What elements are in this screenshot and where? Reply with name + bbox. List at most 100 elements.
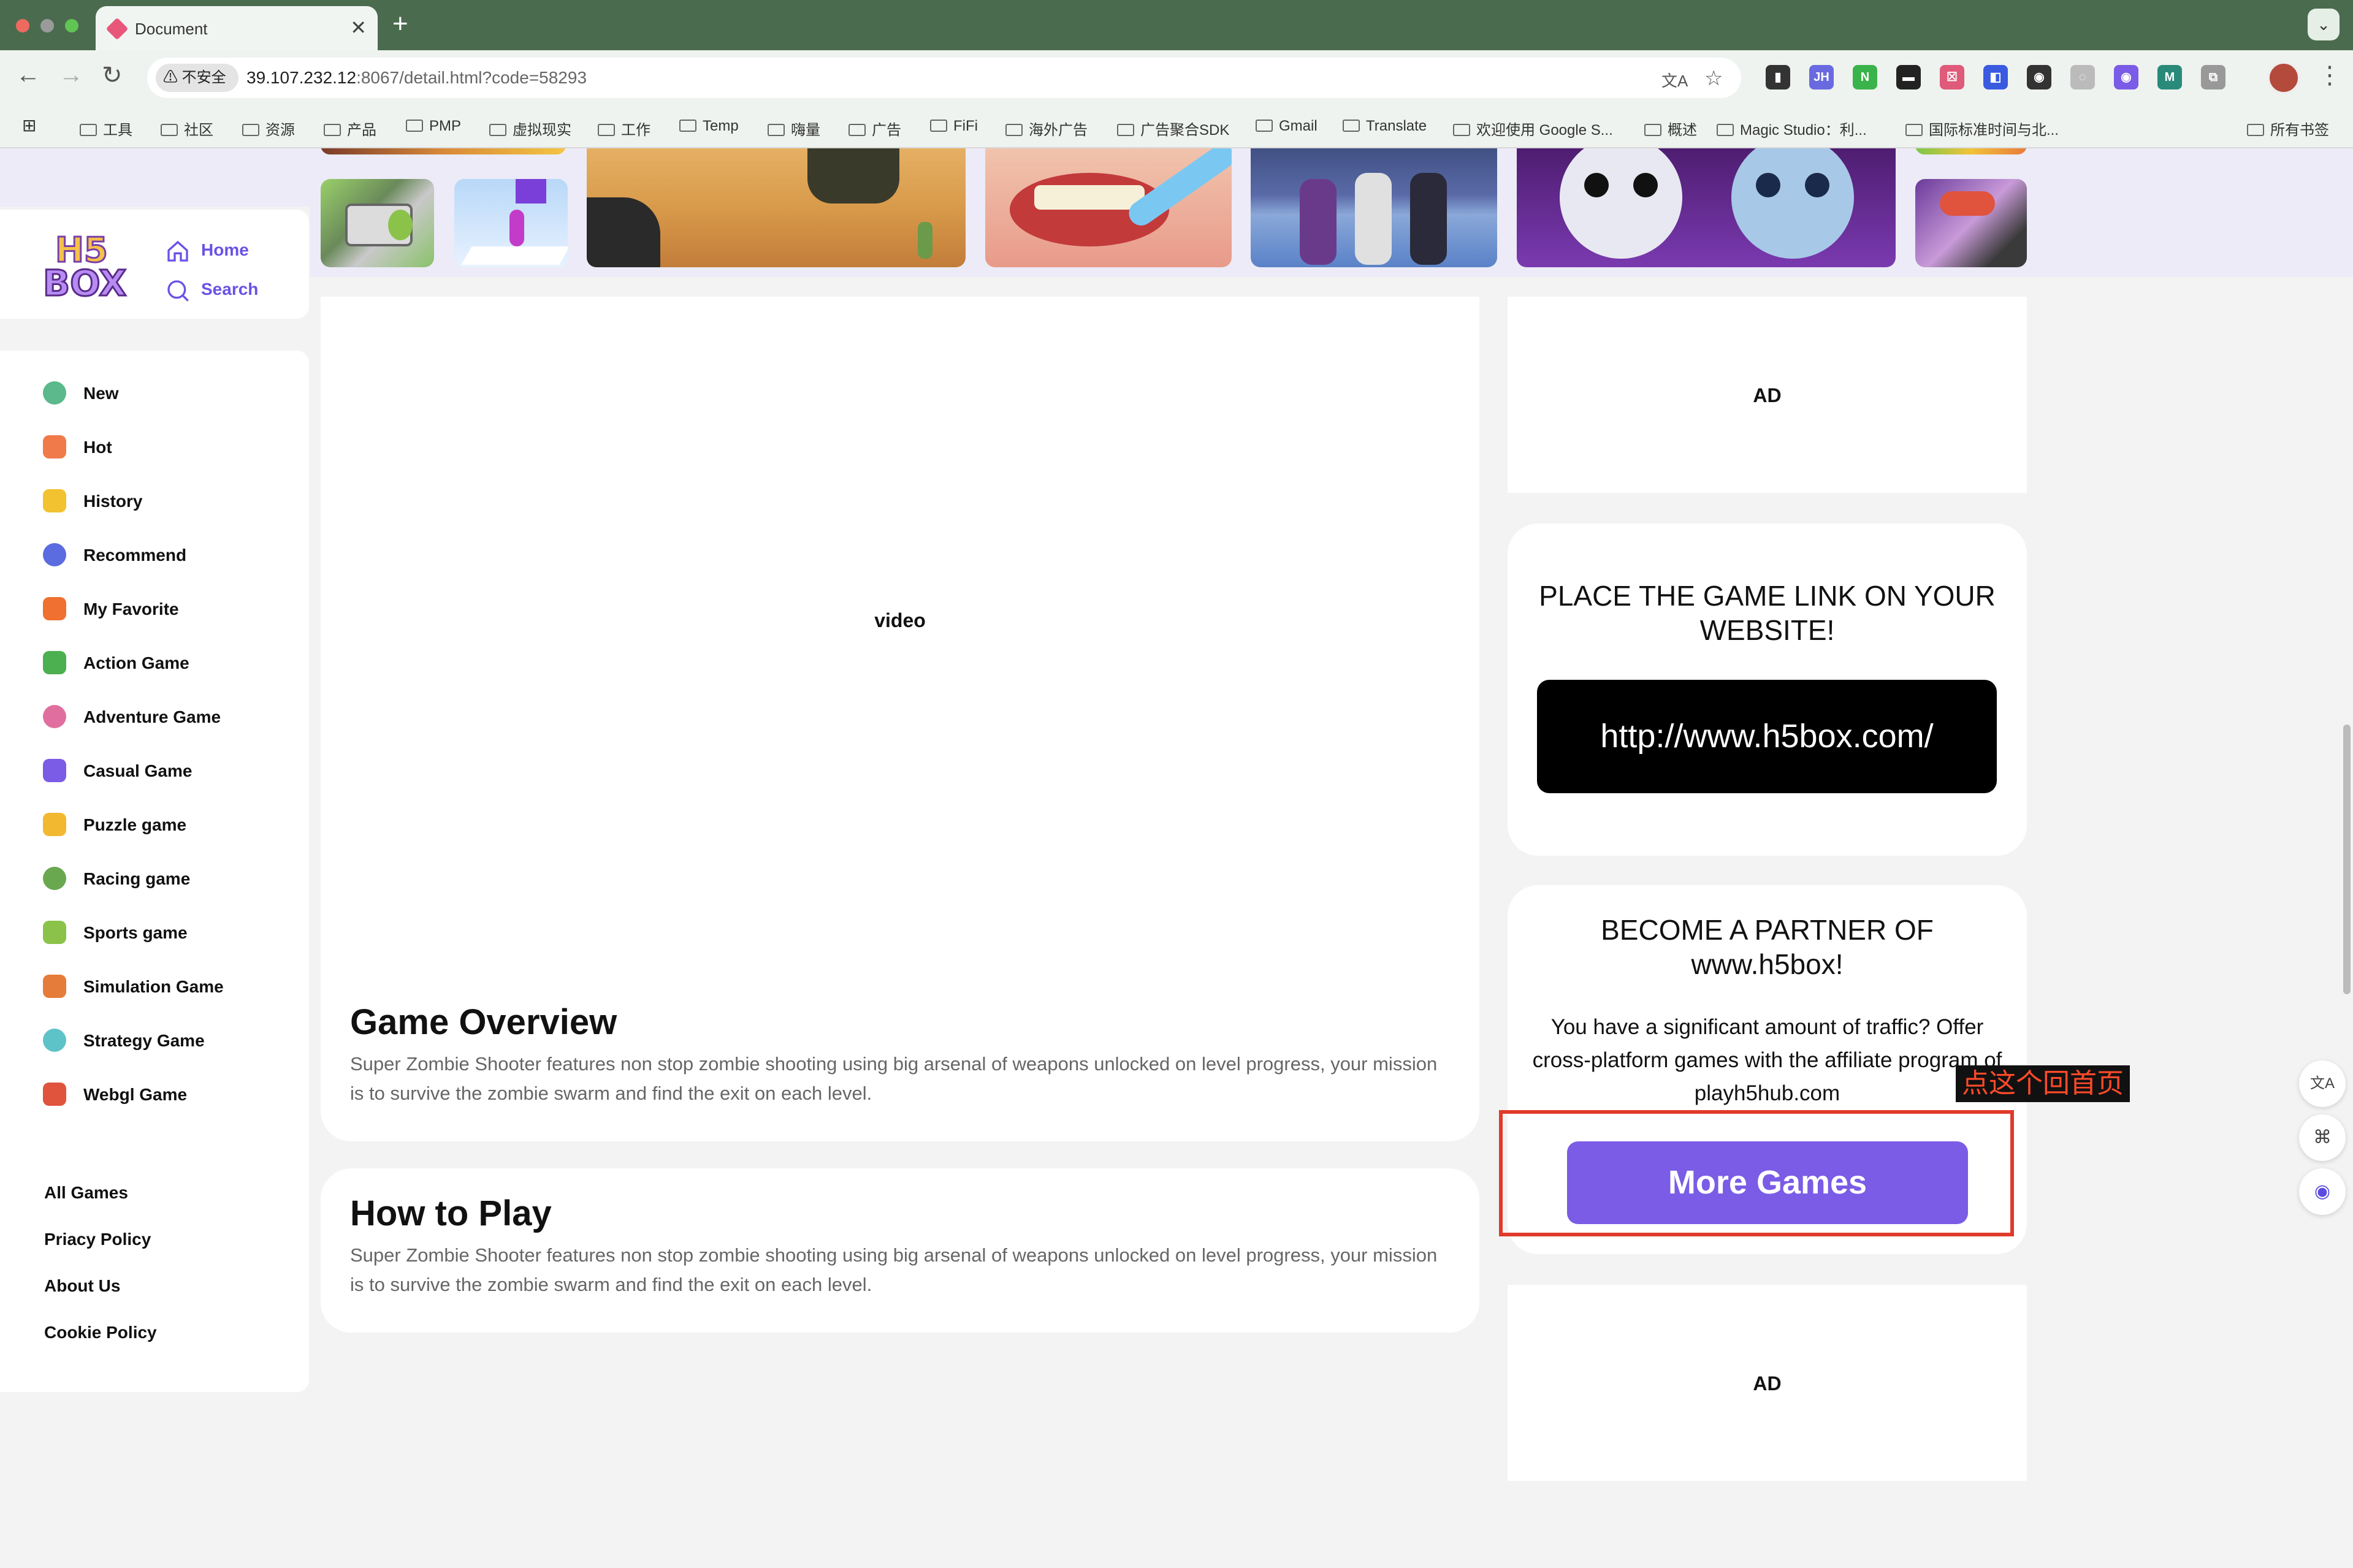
game-thumbnail[interactable] [321, 179, 434, 267]
sidebar-item-label: History [83, 492, 143, 511]
player-image [1410, 173, 1447, 265]
browser-extension-icon[interactable]: ⧉ [2201, 65, 2225, 89]
game-thumbnail[interactable] [454, 179, 568, 267]
bookmark-item[interactable]: 资源 [242, 118, 295, 139]
forward-button[interactable]: → [59, 61, 83, 89]
bookmark-item[interactable]: 广告聚合SDK [1117, 118, 1229, 139]
back-button[interactable]: ← [16, 61, 40, 89]
site-link-box[interactable]: http://www.h5box.com/ [1537, 680, 1997, 793]
game-thumbnail[interactable] [321, 148, 566, 154]
sidebar-item-webgl-game[interactable]: Webgl Game [43, 1079, 300, 1109]
bookmark-item[interactable]: 概述 [1644, 118, 1697, 139]
floating-assistant-button[interactable]: ◉ [2299, 1168, 2346, 1215]
floating-translate-button[interactable]: 文A [2299, 1060, 2346, 1107]
bookmark-item[interactable]: 欢迎使用 Google S... [1453, 118, 1613, 139]
sidebar-item-history[interactable]: History [43, 485, 300, 516]
translate-page-icon[interactable]: 文A [1661, 69, 1688, 91]
sidebar-item-new[interactable]: New [43, 378, 300, 408]
window-zoom-button[interactable] [65, 19, 78, 32]
sidebar-item-hot[interactable]: Hot [43, 432, 300, 462]
site-logo[interactable]: H5 BOX [42, 230, 127, 305]
annotation-label: 点这个回首页 [1956, 1065, 2130, 1102]
sidebar-item-label: New [83, 384, 119, 403]
bookmark-item[interactable]: Gmail [1256, 118, 1318, 135]
address-bar[interactable]: ⚠ 不安全 39.107.232.12:8067/detail.html?cod… [147, 58, 1741, 98]
url-text[interactable]: 39.107.232.12:8067/detail.html?code=5829… [246, 68, 587, 88]
bookmark-item[interactable]: 嗨量 [768, 118, 820, 139]
insecure-label: 不安全 [181, 69, 226, 86]
sidebar-item-action-game[interactable]: Action Game [43, 647, 300, 678]
window-minimize-button[interactable] [40, 19, 54, 32]
bookmark-item[interactable]: 社区 [161, 118, 213, 139]
browser-extension-icon[interactable]: ◌ [2070, 65, 2095, 89]
bookmark-star-icon[interactable]: ☆ [1704, 66, 1723, 91]
window-close-button[interactable] [16, 19, 29, 32]
game-thumbnail[interactable] [1915, 148, 2027, 154]
browser-extension-icon[interactable]: ◉ [2114, 65, 2138, 89]
bookmark-item[interactable]: PMP [406, 118, 461, 135]
game-thumbnail[interactable] [1517, 148, 1896, 267]
browser-tab[interactable]: Document ✕ [96, 6, 378, 50]
bookmark-item[interactable]: Translate [1343, 118, 1427, 135]
nav-home-label: Home [201, 240, 249, 259]
browser-menu-icon[interactable]: ⋮ [2317, 61, 2342, 89]
footer-link[interactable]: Priacy Policy [44, 1230, 151, 1249]
bookmark-item[interactable]: 海外广告 [1005, 118, 1088, 139]
tab-close-icon[interactable]: ✕ [350, 16, 367, 39]
security-indicator[interactable]: ⚠ 不安全 [156, 64, 238, 92]
profile-avatar[interactable] [2267, 61, 2300, 94]
bookmark-item[interactable]: 广告 [849, 118, 901, 139]
footer-link[interactable]: All Games [44, 1183, 128, 1203]
bookmark-item[interactable]: Magic Studio：利... [1717, 118, 1867, 139]
ad-slot-top[interactable]: AD [1508, 297, 2027, 493]
game-thumbnail[interactable] [1915, 179, 2027, 267]
folder-icon [2247, 124, 2264, 136]
sidebar-item-racing-game[interactable]: Racing game [43, 863, 300, 894]
sidebar-item-simulation-game[interactable]: Simulation Game [43, 971, 300, 1002]
bookmark-item[interactable]: 国际标准时间与北... [1905, 118, 2059, 139]
floating-grid-button[interactable]: ⌘ [2299, 1114, 2346, 1161]
search-icon [167, 280, 189, 302]
game-thumbnail[interactable] [985, 148, 1232, 267]
partner-text: You have a significant amount of traffic… [1532, 1015, 2002, 1105]
bookmark-label: 国际标准时间与北... [1929, 122, 2059, 139]
page-scrollbar[interactable] [2343, 725, 2351, 994]
browser-extension-icon[interactable]: N [1853, 65, 1877, 89]
footer-link[interactable]: About Us [44, 1276, 120, 1296]
new-tab-button[interactable]: + [392, 9, 408, 39]
sidebar-item-sports-game[interactable]: Sports game [43, 917, 300, 948]
browser-extension-icon[interactable]: ◉ [2027, 65, 2051, 89]
sidebar-item-strategy-game[interactable]: Strategy Game [43, 1025, 300, 1056]
apps-icon[interactable]: ⊞ [22, 115, 36, 135]
bookmark-item[interactable]: 所有书签 [2247, 118, 2329, 139]
browser-extension-icon[interactable]: ▮ [1766, 65, 1790, 89]
bookmark-item[interactable]: 工具 [80, 118, 132, 139]
browser-extension-icon[interactable]: JH [1809, 65, 1834, 89]
tab-search-button[interactable]: ⌄ [2308, 9, 2340, 40]
footer-link[interactable]: Cookie Policy [44, 1323, 157, 1342]
skeleton-face-image [1560, 148, 1682, 259]
bookmark-label: 广告聚合SDK [1140, 122, 1230, 139]
sidebar-item-casual-game[interactable]: Casual Game [43, 755, 300, 786]
bookmark-item[interactable]: Temp [679, 118, 739, 135]
browser-extension-icon[interactable]: ◧ [1983, 65, 2008, 89]
bookmark-item[interactable]: 工作 [598, 118, 650, 139]
bookmark-item[interactable]: FiFi [930, 118, 978, 135]
sidebar-item-label: Puzzle game [83, 815, 187, 834]
browser-extension-icon[interactable]: ☒ [1940, 65, 1964, 89]
sidebar-item-recommend[interactable]: Recommend [43, 539, 300, 570]
browser-extension-icon[interactable]: ▬ [1896, 65, 1921, 89]
place-link-title: PLACE THE GAME LINK ON YOUR WEBSITE! [1539, 580, 1996, 646]
ad-slot-bottom[interactable]: AD [1508, 1285, 2027, 1481]
game-thumbnail[interactable] [587, 148, 966, 267]
bookmark-item[interactable]: 产品 [324, 118, 376, 139]
bookmark-item[interactable]: 虚拟现实 [489, 118, 571, 139]
annotation-highlight-box [1499, 1110, 2014, 1236]
reload-button[interactable]: ↻ [102, 61, 123, 89]
track-image [461, 246, 568, 265]
sidebar-item-adventure-game[interactable]: Adventure Game [43, 701, 300, 732]
sidebar-item-my-favorite[interactable]: My Favorite [43, 593, 300, 624]
browser-extension-icon[interactable]: M [2157, 65, 2182, 89]
game-thumbnail[interactable] [1251, 148, 1497, 267]
sidebar-item-puzzle-game[interactable]: Puzzle game [43, 809, 300, 840]
